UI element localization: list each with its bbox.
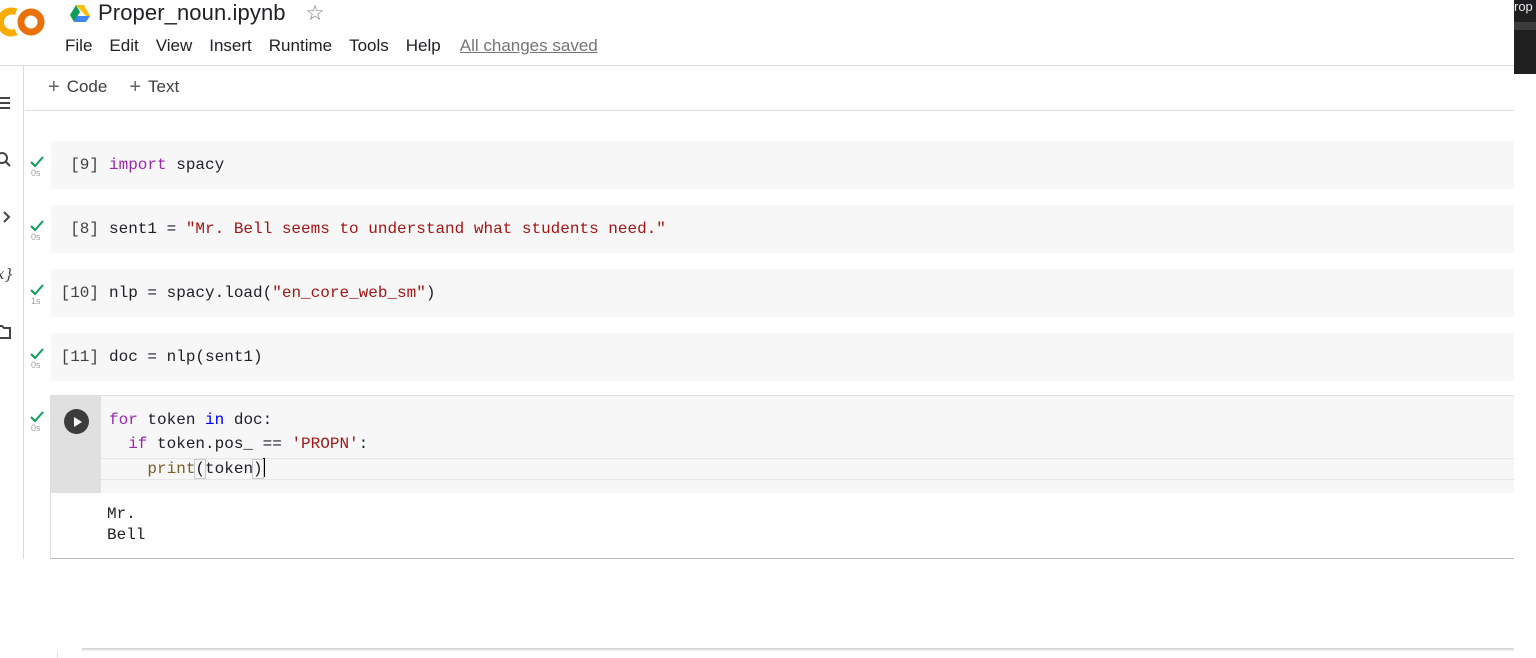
add-code-button[interactable]: + Code xyxy=(48,77,107,97)
menu-view[interactable]: View xyxy=(156,36,193,56)
check-icon xyxy=(30,156,44,168)
variables-icon[interactable]: x} xyxy=(0,265,14,283)
code-cell[interactable]: [11] doc = nlp(sent1) xyxy=(51,333,1514,381)
folder-icon[interactable] xyxy=(0,323,14,341)
side-window-edge: rop xyxy=(1514,0,1536,74)
panel-shadow xyxy=(82,648,1514,651)
code-cell[interactable]: [9] import spacy xyxy=(51,141,1514,189)
code-keyword: import xyxy=(109,156,167,174)
left-rail: x} xyxy=(0,66,24,559)
google-drive-icon[interactable] xyxy=(70,4,90,22)
code-cell[interactable]: [8] sent1 = "Mr. Bell seems to understan… xyxy=(51,205,1514,253)
chevron-right-icon[interactable] xyxy=(0,208,14,226)
side-window-text: rop xyxy=(1514,0,1533,14)
exec-duration: 0s xyxy=(31,360,41,370)
menubar: File Edit View Insert Runtime Tools Help… xyxy=(65,35,598,57)
code-text: doc: xyxy=(224,411,273,429)
save-status-link[interactable]: All changes saved xyxy=(460,36,598,56)
exec-count: [10] xyxy=(60,284,99,302)
output-line: Bell xyxy=(107,526,146,544)
text-cursor xyxy=(262,458,265,477)
code-line[interactable]: nlp = spacy.load("en_core_web_sm") xyxy=(109,284,435,302)
code-text: token xyxy=(205,460,254,478)
active-code-cell[interactable]: for token in doc: if token.pos_ == 'PROP… xyxy=(50,395,1514,559)
cell-output: Mr. Bell xyxy=(107,504,145,546)
menu-runtime[interactable]: Runtime xyxy=(269,36,332,56)
play-icon xyxy=(73,416,82,427)
menu-edit[interactable]: Edit xyxy=(109,36,138,56)
check-icon xyxy=(30,348,44,360)
menu-file[interactable]: File xyxy=(65,36,92,56)
code-function: print xyxy=(147,460,196,478)
code-text: doc = nlp(sent1) xyxy=(109,348,263,366)
plus-icon: + xyxy=(48,76,60,98)
cell-status: 1s xyxy=(30,284,48,306)
cell-gutter xyxy=(51,396,101,493)
code-string: "en_core_web_sm" xyxy=(272,284,426,302)
add-text-button[interactable]: + Text xyxy=(129,77,179,97)
check-icon xyxy=(30,411,44,423)
cell-status: 0s xyxy=(30,411,48,433)
code-string: 'PROPN' xyxy=(291,435,359,453)
notebook-toolbar: + Code + Text xyxy=(48,77,201,97)
code-string: "Mr. Bell seems to understand what stude… xyxy=(185,220,666,238)
menu-insert[interactable]: Insert xyxy=(209,36,252,56)
file-title-bar: Proper_noun.ipynb ☆ xyxy=(70,0,324,26)
code-line[interactable]: sent1 = "Mr. Bell seems to understand wh… xyxy=(109,220,666,238)
code-line[interactable]: for token in doc: xyxy=(109,411,272,429)
code-text: token xyxy=(137,411,206,429)
code-line[interactable]: import spacy xyxy=(109,156,224,174)
toc-icon[interactable] xyxy=(0,94,14,112)
notebook-title[interactable]: Proper_noun.ipynb xyxy=(98,0,286,26)
add-text-label: Text xyxy=(148,77,180,96)
check-icon xyxy=(30,284,44,296)
search-icon[interactable] xyxy=(0,151,14,169)
add-code-label: Code xyxy=(66,77,108,96)
code-text: token.pos_ == xyxy=(147,435,292,453)
code-line[interactable]: if token.pos_ == 'PROPN': xyxy=(109,435,368,453)
code-line[interactable]: print(token) xyxy=(109,458,265,479)
cell-status: 0s xyxy=(30,156,48,178)
exec-count: [9] xyxy=(70,156,99,174)
plus-icon: + xyxy=(129,76,142,98)
code-paren: ) xyxy=(252,459,264,479)
header-divider xyxy=(0,65,1514,66)
star-icon[interactable]: ☆ xyxy=(306,3,325,24)
exec-duration: 0s xyxy=(31,232,41,242)
check-icon xyxy=(30,220,44,232)
colab-logo xyxy=(0,7,45,37)
exec-duration: 0s xyxy=(31,168,41,178)
code-text: sent1 = xyxy=(109,220,186,238)
menu-tools[interactable]: Tools xyxy=(349,36,389,56)
code-text: spacy xyxy=(166,156,225,174)
side-window-bar xyxy=(1514,22,1536,30)
code-keyword: if xyxy=(128,435,148,453)
output-line: Mr. xyxy=(107,505,136,523)
current-line-highlight xyxy=(101,458,1514,480)
exec-duration: 1s xyxy=(31,296,41,306)
cell-status: 0s xyxy=(30,348,48,370)
panel-edge xyxy=(57,652,58,658)
code-cell[interactable]: [10] nlp = spacy.load("en_core_web_sm") xyxy=(51,269,1514,317)
code-paren: ( xyxy=(194,459,206,479)
cell-status: 0s xyxy=(30,220,48,242)
code-keyword: in xyxy=(205,411,225,429)
toolbar-divider xyxy=(25,110,1514,111)
menu-help[interactable]: Help xyxy=(406,36,441,56)
code-keyword: for xyxy=(109,411,138,429)
exec-duration: 0s xyxy=(31,423,41,433)
code-text: ) xyxy=(425,284,436,302)
code-text: nlp = spacy.load( xyxy=(109,284,273,302)
code-line[interactable]: doc = nlp(sent1) xyxy=(109,348,263,366)
exec-count: [8] xyxy=(70,220,99,238)
run-cell-button[interactable] xyxy=(64,409,89,434)
code-text: : xyxy=(358,435,369,453)
exec-count: [11] xyxy=(60,348,99,366)
